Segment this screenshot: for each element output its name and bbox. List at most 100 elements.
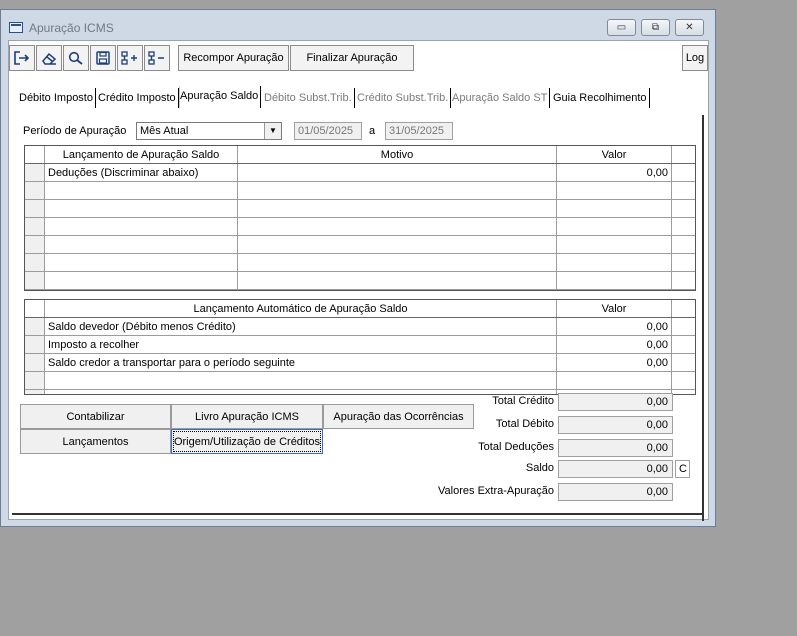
grid-cell[interactable]: [671, 389, 695, 394]
recompor-apuracao-button[interactable]: Recompor Apuração: [178, 45, 289, 71]
apuracao-ocorrencias-button[interactable]: Apuração das Ocorrências: [323, 404, 474, 429]
grid-cell[interactable]: Saldo credor a transportar para o períod…: [44, 353, 557, 372]
grid-cell[interactable]: [237, 253, 557, 272]
total-debito-field[interactable]: 0,00: [558, 416, 673, 434]
table-row[interactable]: [25, 199, 695, 218]
lancamentos-button[interactable]: Lançamentos: [20, 429, 171, 454]
grid-cell[interactable]: [237, 217, 557, 236]
row-indicator[interactable]: [25, 371, 45, 390]
table-row[interactable]: [25, 253, 695, 272]
table-row[interactable]: Deduções (Discriminar abaixo) 0,00: [25, 163, 695, 182]
grid-cell[interactable]: [671, 181, 695, 200]
row-indicator[interactable]: [25, 353, 45, 372]
row-indicator[interactable]: [25, 163, 45, 182]
log-button[interactable]: Log: [682, 45, 708, 71]
grid-cell[interactable]: [556, 181, 672, 200]
periodo-to-field[interactable]: 31/05/2025: [385, 122, 453, 140]
row-indicator[interactable]: [25, 335, 45, 354]
row-indicator[interactable]: [25, 181, 45, 200]
table-row[interactable]: Imposto a recolher 0,00: [25, 335, 695, 354]
total-deducoes-field[interactable]: 0,00: [558, 439, 673, 457]
col-header-motivo[interactable]: Motivo: [237, 146, 557, 164]
grid-cell[interactable]: [237, 271, 557, 290]
row-indicator[interactable]: [25, 271, 45, 290]
grid-cell[interactable]: [671, 235, 695, 254]
grid-cell[interactable]: [556, 217, 672, 236]
col-header-valor[interactable]: Valor: [556, 146, 672, 164]
tab-apuracao-saldo-st[interactable]: Apuração Saldo ST: [452, 88, 551, 108]
table-row[interactable]: [25, 271, 695, 290]
grid-cell[interactable]: [671, 317, 695, 336]
grid-cell[interactable]: 0,00: [556, 353, 672, 372]
grid-cell[interactable]: Saldo devedor (Débito menos Crédito): [44, 317, 557, 336]
remove-row-button[interactable]: [144, 45, 170, 71]
grid-cell[interactable]: [44, 199, 238, 218]
table-row[interactable]: [25, 235, 695, 254]
col-header-lancamento[interactable]: Lançamento de Apuração Saldo: [44, 146, 238, 164]
exit-button[interactable]: [9, 45, 35, 71]
grid-cell[interactable]: [671, 217, 695, 236]
grid-cell[interactable]: [671, 353, 695, 372]
tab-credito-subst-trib[interactable]: Crédito Subst.Trib.: [357, 88, 452, 108]
valores-extra-apuracao-field[interactable]: 0,00: [558, 483, 673, 501]
maximize-button[interactable]: ⧉: [641, 19, 670, 36]
periodo-select[interactable]: Mês Atual ▼: [136, 122, 282, 140]
tab-debito-subst-trib[interactable]: Débito Subst.Trib.: [264, 88, 355, 108]
grid-cell[interactable]: [671, 271, 695, 290]
grid-cell[interactable]: Imposto a recolher: [44, 335, 557, 354]
grid-cell[interactable]: [671, 335, 695, 354]
close-button[interactable]: ✕: [675, 19, 704, 36]
grid-cell[interactable]: 0,00: [556, 335, 672, 354]
periodo-from-field[interactable]: 01/05/2025: [294, 122, 362, 140]
grid-cell[interactable]: [671, 199, 695, 218]
grid-cell[interactable]: [556, 271, 672, 290]
grid-cell[interactable]: [556, 199, 672, 218]
grid-cell[interactable]: [44, 371, 557, 390]
row-indicator[interactable]: [25, 253, 45, 272]
add-row-button[interactable]: [117, 45, 143, 71]
grid-cell[interactable]: [44, 217, 238, 236]
table-row[interactable]: [25, 217, 695, 236]
contabilizar-button[interactable]: Contabilizar: [20, 404, 171, 429]
origem-utilizacao-creditos-button[interactable]: Origem/Utilização de Créditos: [171, 429, 323, 454]
cell-valor[interactable]: 0,00: [556, 163, 672, 182]
grid-cell[interactable]: [237, 181, 557, 200]
grid-cell[interactable]: [237, 199, 557, 218]
table-row[interactable]: [25, 371, 695, 390]
row-indicator[interactable]: [25, 389, 45, 394]
grid-cell[interactable]: [671, 371, 695, 390]
cell-motivo[interactable]: [237, 163, 557, 182]
row-indicator[interactable]: [25, 317, 45, 336]
grid-cell[interactable]: [44, 389, 557, 394]
grid-cell[interactable]: [44, 253, 238, 272]
saldo-flag-field[interactable]: C: [675, 460, 690, 478]
finalizar-apuracao-button[interactable]: Finalizar Apuração: [290, 45, 414, 71]
col-header-valor[interactable]: Valor: [556, 300, 672, 318]
tab-credito-imposto[interactable]: Crédito Imposto: [98, 88, 179, 108]
tab-debito-imposto[interactable]: Débito Imposto: [19, 88, 96, 108]
grid-cell[interactable]: [44, 181, 238, 200]
row-indicator[interactable]: [25, 199, 45, 218]
cell-lancamento[interactable]: Deduções (Discriminar abaixo): [44, 163, 238, 182]
search-button[interactable]: [63, 45, 89, 71]
row-indicator[interactable]: [25, 217, 45, 236]
tab-apuracao-saldo[interactable]: Apuração Saldo: [179, 86, 262, 108]
grid-cell[interactable]: [237, 235, 557, 254]
lancamento-automatico-grid[interactable]: Lançamento Automático de Apuração Saldo …: [24, 299, 696, 395]
tab-guia-recolhimento[interactable]: Guia Recolhimento: [553, 88, 650, 108]
save-button[interactable]: [90, 45, 116, 71]
grid-cell[interactable]: [671, 253, 695, 272]
chevron-down-icon[interactable]: ▼: [264, 123, 281, 139]
grid-cell[interactable]: [671, 163, 695, 182]
lancamentos-grid[interactable]: Lançamento de Apuração Saldo Motivo Valo…: [24, 145, 696, 291]
col-header-lancamento-automatico[interactable]: Lançamento Automático de Apuração Saldo: [44, 300, 557, 318]
grid-cell[interactable]: [556, 235, 672, 254]
grid-cell[interactable]: [44, 271, 238, 290]
grid-cell[interactable]: 0,00: [556, 317, 672, 336]
clear-button[interactable]: [36, 45, 62, 71]
table-row[interactable]: [25, 181, 695, 200]
grid-cell[interactable]: [556, 371, 672, 390]
grid-cell[interactable]: [44, 235, 238, 254]
row-indicator[interactable]: [25, 235, 45, 254]
saldo-field[interactable]: 0,00: [558, 460, 673, 478]
